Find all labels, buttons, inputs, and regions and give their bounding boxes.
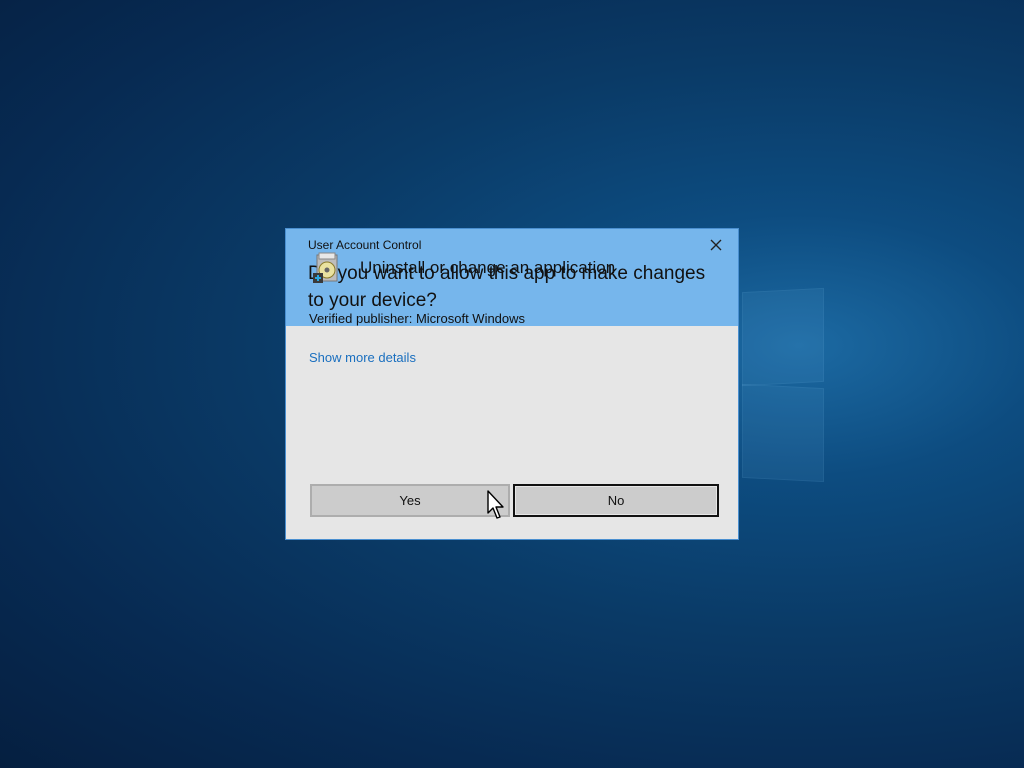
close-icon [710, 239, 722, 251]
no-button[interactable]: No [513, 484, 719, 517]
yes-button[interactable]: Yes [310, 484, 510, 517]
show-more-details-link[interactable]: Show more details [309, 350, 416, 365]
uac-dialog: User Account Control Do you want to allo… [285, 228, 739, 540]
window-title: User Account Control [308, 238, 422, 252]
windows-logo-pane [742, 383, 824, 483]
close-button[interactable] [708, 237, 724, 253]
app-name: Uninstall or change an application [360, 258, 616, 277]
publisher-text: Verified publisher: Microsoft Windows [309, 311, 526, 326]
app-row: Uninstall or change an application [312, 251, 615, 285]
installer-disc-icon [313, 252, 338, 283]
windows-logo-pane [742, 287, 824, 387]
